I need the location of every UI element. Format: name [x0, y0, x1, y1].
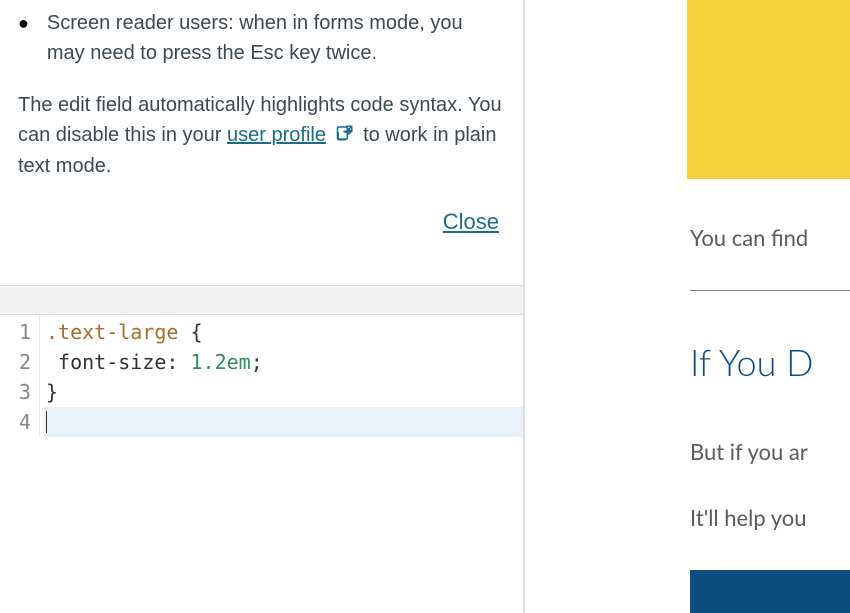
preview-text-find: You can find [690, 224, 808, 251]
user-profile-link[interactable]: user profile [227, 124, 326, 146]
gutter-line-number: 2 [8, 347, 31, 377]
help-bullet-text: Screen reader users: when in forms mode,… [47, 8, 505, 68]
help-bullet-item: ● Screen reader users: when in forms mod… [18, 0, 505, 68]
help-text-area: ● Screen reader users: when in forms mod… [0, 0, 523, 253]
code-editor[interactable]: 1234 .text-large { font-size: 1.2em;} [0, 315, 523, 437]
code-line[interactable]: font-size: 1.2em; [44, 347, 523, 377]
preview-text-but: But if you ar [690, 438, 808, 465]
editor-toolbar-separator [0, 285, 523, 315]
gutter-line-number: 1 [8, 317, 31, 347]
gutter-line-number: 3 [8, 377, 31, 407]
code-line[interactable]: } [44, 377, 523, 407]
editor-cursor [46, 411, 47, 433]
preview-text-help: It'll help you [690, 504, 807, 531]
code-line[interactable]: .text-large { [44, 317, 523, 347]
gutter-line-number: 4 [8, 407, 31, 437]
left-panel: ● Screen reader users: when in forms mod… [0, 0, 525, 613]
help-paragraph: The edit field automatically highlights … [18, 90, 505, 181]
close-link[interactable]: Close [443, 209, 499, 234]
close-link-row: Close [18, 201, 505, 235]
editor-gutter: 1234 [0, 315, 40, 437]
preview-divider [690, 290, 850, 291]
blue-decorative-block [690, 570, 850, 613]
external-link-icon [336, 121, 354, 151]
code-line[interactable] [44, 407, 523, 437]
yellow-decorative-block [687, 0, 850, 179]
bullet-marker: ● [18, 10, 29, 37]
preview-heading: If You D [690, 340, 814, 384]
editor-code-area[interactable]: .text-large { font-size: 1.2em;} [40, 315, 523, 437]
